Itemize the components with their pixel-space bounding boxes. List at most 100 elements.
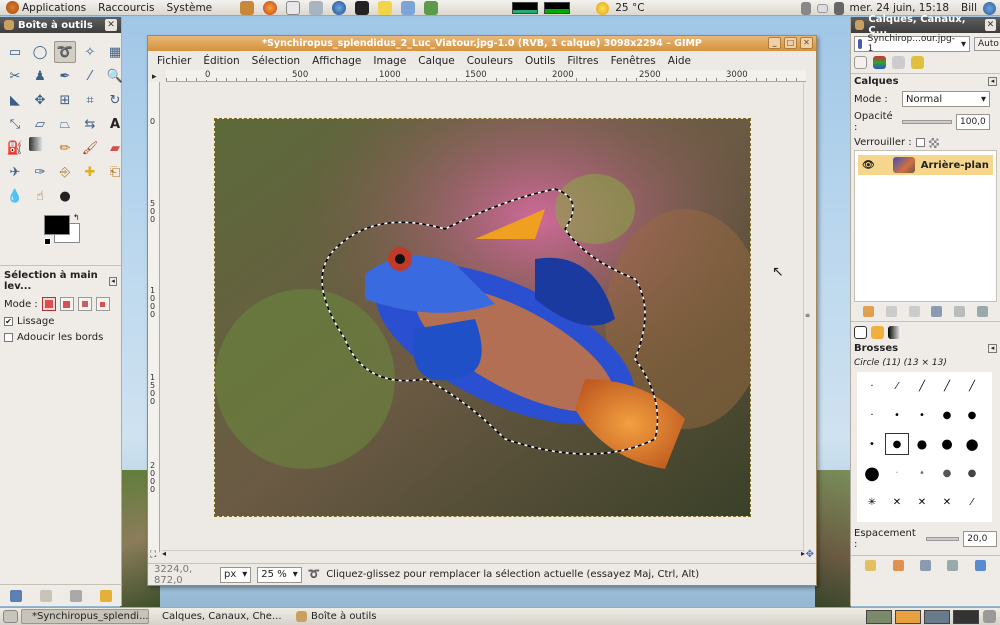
workspace-4[interactable] xyxy=(953,609,979,624)
close-icon[interactable]: ✕ xyxy=(984,19,996,31)
bucket-fill-icon[interactable]: ⛽ xyxy=(4,137,26,159)
perspective-icon[interactable]: ⏢ xyxy=(54,113,76,135)
computer-icon[interactable] xyxy=(309,1,323,15)
smudge-icon[interactable]: ☝ xyxy=(29,185,51,207)
align-icon[interactable]: ⊞ xyxy=(54,89,76,111)
duplicate-layer-icon[interactable] xyxy=(931,306,943,317)
foreground-color[interactable] xyxy=(44,215,70,235)
delete-layer-icon[interactable] xyxy=(977,306,989,317)
brush-item[interactable]: ⁄ xyxy=(960,492,984,514)
clone-icon[interactable]: ⎆ xyxy=(54,161,76,183)
gimp-launcher-icon[interactable] xyxy=(240,1,254,15)
move-icon[interactable]: ✥ xyxy=(29,89,51,111)
mode-replace-button[interactable] xyxy=(41,297,56,311)
refresh-brushes-icon[interactable] xyxy=(974,560,986,571)
menu-couleurs[interactable]: Couleurs xyxy=(462,55,518,67)
tab-undo-icon[interactable] xyxy=(911,56,924,69)
scissors-icon[interactable]: ✂ xyxy=(4,65,26,87)
heal-icon[interactable]: ✚ xyxy=(79,161,101,183)
eye-icon[interactable]: 👁 xyxy=(862,160,875,171)
workspace-3[interactable] xyxy=(924,609,950,624)
scroll-left-icon[interactable]: ◂ xyxy=(162,549,166,558)
scroll-right-icon[interactable]: ▸ xyxy=(801,549,805,558)
lock-alpha-checkbox[interactable] xyxy=(915,138,925,147)
tab-menu-icon[interactable]: ◂ xyxy=(988,77,997,86)
horizontal-scrollbar[interactable]: ◂ ▸ xyxy=(162,549,805,559)
menu-fichier[interactable]: Fichier xyxy=(152,55,196,67)
brush-item[interactable]: ╱ xyxy=(960,375,984,397)
brush-grid[interactable]: · ⁄ ╱ ╱ ╱ · • • ● ● • ● ● ● ● ● · • ● ● … xyxy=(857,372,992,522)
raise-layer-icon[interactable] xyxy=(885,306,897,317)
vertical-ruler[interactable]: 0 500 1000 1500 2000 xyxy=(148,82,160,552)
tab-patterns-icon[interactable] xyxy=(871,326,884,339)
image-window-titlebar[interactable]: *Synchiropus_splendidus_2_Luc_Viatour.jp… xyxy=(148,36,816,51)
brush-item[interactable]: ● xyxy=(935,433,959,455)
workspace-1[interactable] xyxy=(866,609,892,624)
brush-item[interactable]: · xyxy=(860,375,884,397)
edit-brush-icon[interactable] xyxy=(865,560,877,571)
rotate-icon[interactable]: ↻ xyxy=(104,89,126,111)
layers-list[interactable]: 👁 Arrière-plan xyxy=(854,150,997,302)
close-icon[interactable]: ✕ xyxy=(800,37,813,49)
network-status-icon[interactable] xyxy=(800,1,811,15)
navigate-icon[interactable]: ✥ xyxy=(806,549,814,560)
reset-colors-icon[interactable] xyxy=(44,238,51,245)
image-canvas[interactable] xyxy=(162,83,805,549)
delete-options-icon[interactable] xyxy=(70,590,82,602)
unit-select[interactable]: px ▾ xyxy=(220,566,252,583)
power-icon[interactable] xyxy=(983,1,996,15)
tab-paths-icon[interactable] xyxy=(892,56,905,69)
brush-item[interactable]: ✳ xyxy=(860,492,884,514)
trash-icon[interactable] xyxy=(983,610,996,623)
workspace-switcher[interactable] xyxy=(866,609,979,624)
menu-fenetres[interactable]: Fenêtres xyxy=(606,55,661,67)
task-image-window[interactable]: *Synchiropus_splendi... xyxy=(21,609,149,624)
mode-intersect-button[interactable] xyxy=(95,297,110,311)
mail-icon[interactable] xyxy=(286,1,300,15)
brush-item[interactable]: ╱ xyxy=(910,375,934,397)
auto-button[interactable]: Auto xyxy=(974,37,1000,51)
opacity-slider[interactable] xyxy=(902,120,952,124)
menu-affichage[interactable]: Affichage xyxy=(307,55,366,67)
menu-selection[interactable]: Sélection xyxy=(247,55,305,67)
brush-item[interactable]: ✕ xyxy=(935,492,959,514)
menu-aide[interactable]: Aide xyxy=(663,55,696,67)
firefox-icon[interactable] xyxy=(263,1,277,15)
menu-calque[interactable]: Calque xyxy=(413,55,459,67)
feather-row[interactable]: Adoucir les bords xyxy=(4,332,117,343)
layer-row[interactable]: 👁 Arrière-plan xyxy=(858,155,993,175)
mode-subtract-button[interactable] xyxy=(77,297,92,311)
airbrush-icon[interactable]: ✈ xyxy=(4,161,26,183)
layer-mode-select[interactable]: Normal ▾ xyxy=(902,91,990,107)
restore-options-icon[interactable] xyxy=(40,590,52,602)
blur-icon[interactable]: 💧 xyxy=(4,185,26,207)
zoom-select[interactable]: 25 % ▾ xyxy=(257,566,302,583)
quick-mask-corner-icon[interactable]: ▸ xyxy=(152,72,157,82)
show-desktop-icon[interactable] xyxy=(3,610,18,623)
swap-colors-icon[interactable]: ↰ xyxy=(73,213,80,222)
brush-item[interactable]: ⁄ xyxy=(885,375,909,397)
paths-icon[interactable]: ✒ xyxy=(54,65,76,87)
brush-item-selected[interactable]: ● xyxy=(885,433,909,456)
ellipse-select-icon[interactable]: ◯ xyxy=(29,41,51,63)
terminal-icon[interactable] xyxy=(355,1,369,15)
color-picker-icon[interactable]: ⁄ xyxy=(79,65,101,87)
brush-item[interactable]: ● xyxy=(935,404,959,426)
tab-menu-icon[interactable]: ◂ xyxy=(988,344,997,353)
rect-select-icon[interactable]: ▭ xyxy=(4,41,26,63)
color-select-icon[interactable]: ▦ xyxy=(104,41,126,63)
menu-edition[interactable]: Édition xyxy=(198,55,244,67)
maximize-icon[interactable]: □ xyxy=(784,37,797,49)
raccourcis-menu[interactable]: Raccourcis xyxy=(92,2,160,14)
brush-item[interactable]: ● xyxy=(860,463,884,485)
workspace-2[interactable] xyxy=(895,609,921,624)
clock[interactable]: mer. 24 juin, 15:18 xyxy=(850,2,950,14)
tab-menu-icon[interactable]: ◂ xyxy=(109,276,117,286)
menu-filtres[interactable]: Filtres xyxy=(562,55,603,67)
brush-item[interactable]: ● xyxy=(960,433,984,455)
task-layers-dock[interactable]: Calques, Canaux, Che... xyxy=(152,609,287,624)
delete-brush-icon[interactable] xyxy=(947,560,959,571)
tab-layers-icon[interactable] xyxy=(854,56,867,69)
eraser-icon[interactable]: ▰ xyxy=(104,137,126,159)
scale-icon[interactable]: ⤡ xyxy=(4,113,26,135)
